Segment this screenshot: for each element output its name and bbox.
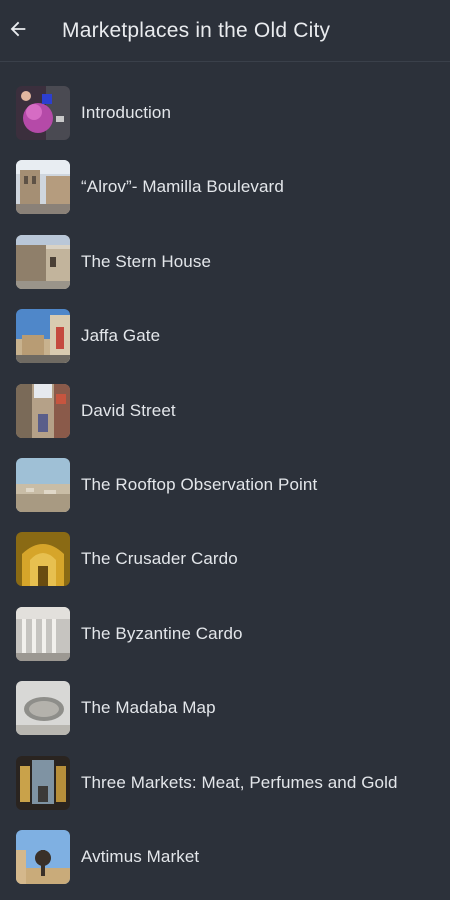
list-item[interactable]: David Street (0, 374, 450, 448)
list-item[interactable]: Three Markets: Meat, Perfumes and Gold (0, 746, 450, 820)
page-title: Marketplaces in the Old City (62, 19, 331, 42)
stops-list: Introduction “Alrov”- Mamilla Boulevard (0, 76, 450, 894)
item-label: Introduction (81, 103, 172, 122)
list-item[interactable]: “Alrov”- Mamilla Boulevard (0, 150, 450, 224)
list-item[interactable]: The Byzantine Cardo (0, 597, 450, 671)
item-label: David Street (81, 400, 176, 420)
back-button[interactable] (4, 9, 32, 53)
list-item[interactable]: The Rooftop Observation Point (0, 448, 450, 522)
thumbnail-image (16, 829, 70, 884)
item-label: Three Markets: Meat, Perfumes and Gold (81, 772, 398, 792)
item-label: The Stern House (81, 251, 212, 271)
thumbnail-image (16, 234, 70, 289)
list-item[interactable]: The Crusader Cardo (0, 522, 450, 596)
thumbnail-image (16, 160, 70, 215)
top-app-bar: Marketplaces in the Old City (0, 0, 450, 62)
thumbnail-image (16, 457, 70, 512)
list-item[interactable]: Avtimus Market (0, 820, 450, 894)
thumbnail-image (16, 532, 70, 587)
thumbnail-image (16, 309, 70, 364)
item-label: “Alrov”- Mamilla Boulevard (81, 177, 284, 197)
list-item[interactable]: Introduction (0, 76, 450, 150)
list-item[interactable]: Jaffa Gate (0, 299, 450, 373)
thumbnail-image (16, 681, 70, 736)
thumbnail-image (16, 755, 70, 810)
item-label: Avtimus Market (81, 846, 200, 866)
app-screen: Marketplaces in the Old City Introductio… (0, 0, 450, 900)
item-label: The Rooftop Observation Point (81, 474, 318, 494)
thumbnail-image (16, 86, 70, 140)
arrow-left-icon (7, 18, 29, 45)
item-label: The Byzantine Cardo (81, 623, 243, 643)
thumbnail-image (16, 606, 70, 661)
item-label: The Crusader Cardo (81, 549, 238, 569)
thumbnail-image (16, 383, 70, 438)
list-item[interactable]: The Madaba Map (0, 671, 450, 745)
item-label: Jaffa Gate (81, 326, 161, 346)
item-label: The Madaba Map (81, 698, 216, 718)
list-item[interactable]: The Stern House (0, 225, 450, 299)
